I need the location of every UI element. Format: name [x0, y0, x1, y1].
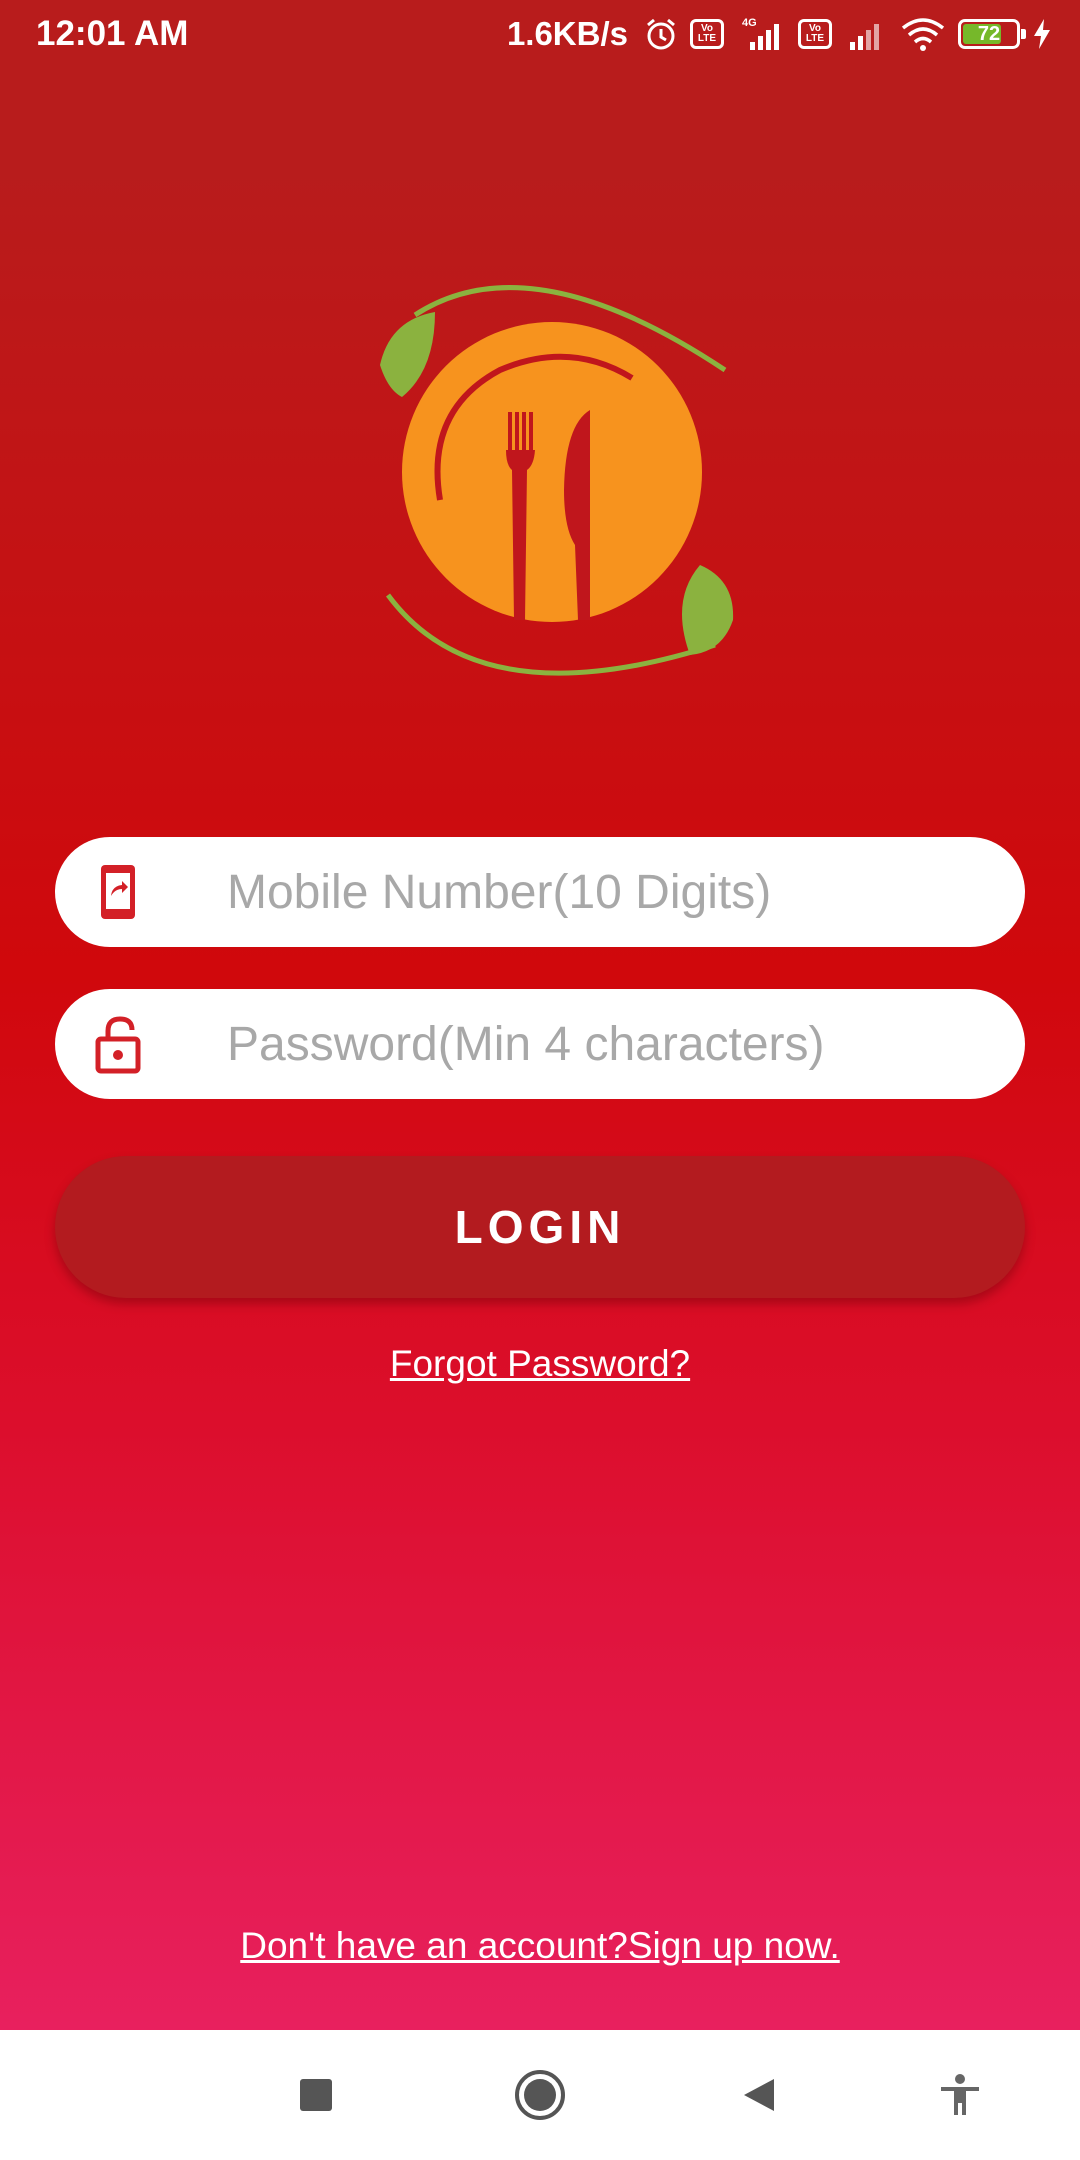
- signup-row: Don't have an account?Sign up now.: [0, 1925, 1080, 1967]
- mobile-field[interactable]: [55, 837, 1025, 947]
- home-icon[interactable]: [510, 2065, 570, 2125]
- wifi-icon: [900, 16, 946, 52]
- battery-level: 72: [977, 22, 1001, 45]
- forgot-password-link[interactable]: Forgot Password?: [390, 1343, 690, 1384]
- signal-icon-2: [844, 16, 888, 52]
- volte-label: Vo LTE: [697, 23, 717, 44]
- signal-icon: 4G: [736, 16, 786, 52]
- mobile-icon: [101, 865, 135, 919]
- password-input[interactable]: [170, 989, 990, 1099]
- mobile-input[interactable]: [170, 837, 990, 947]
- accessibility-icon[interactable]: [930, 2065, 990, 2125]
- status-bar: 12:01 AM 1.6KB/s Vo LTE 4G Vo LTE 72: [0, 0, 1080, 70]
- alarm-icon: [644, 17, 678, 51]
- password-field[interactable]: [55, 989, 1025, 1099]
- recents-icon[interactable]: [286, 2065, 346, 2125]
- login-button[interactable]: LOGIN: [55, 1156, 1025, 1298]
- network-type: 4G: [742, 17, 757, 29]
- network-speed: 1.6KB/s: [506, 15, 628, 52]
- signup-link[interactable]: Don't have an account?Sign up now.: [240, 1925, 840, 1966]
- forgot-password-row: Forgot Password?: [0, 1343, 1080, 1385]
- volte-icon-2: Vo LTE: [798, 19, 832, 49]
- app-logo: [380, 285, 734, 676]
- battery-icon: 72: [958, 19, 1026, 49]
- navigation-bar: [0, 2030, 1080, 2160]
- login-screen: 12:01 AM 1.6KB/s Vo LTE 4G Vo LTE 72 Mob…: [0, 0, 1080, 2030]
- volte-icon: Vo LTE: [690, 19, 724, 49]
- status-time: 12:01 AM: [36, 14, 189, 53]
- status-icons: 1.6KB/s Vo LTE 4G Vo LTE 72: [507, 12, 1052, 56]
- charging-icon: [1032, 19, 1052, 49]
- unlock-icon: [95, 1016, 141, 1074]
- back-icon[interactable]: [730, 2065, 790, 2125]
- volte-label-2: Vo LTE: [805, 23, 825, 44]
